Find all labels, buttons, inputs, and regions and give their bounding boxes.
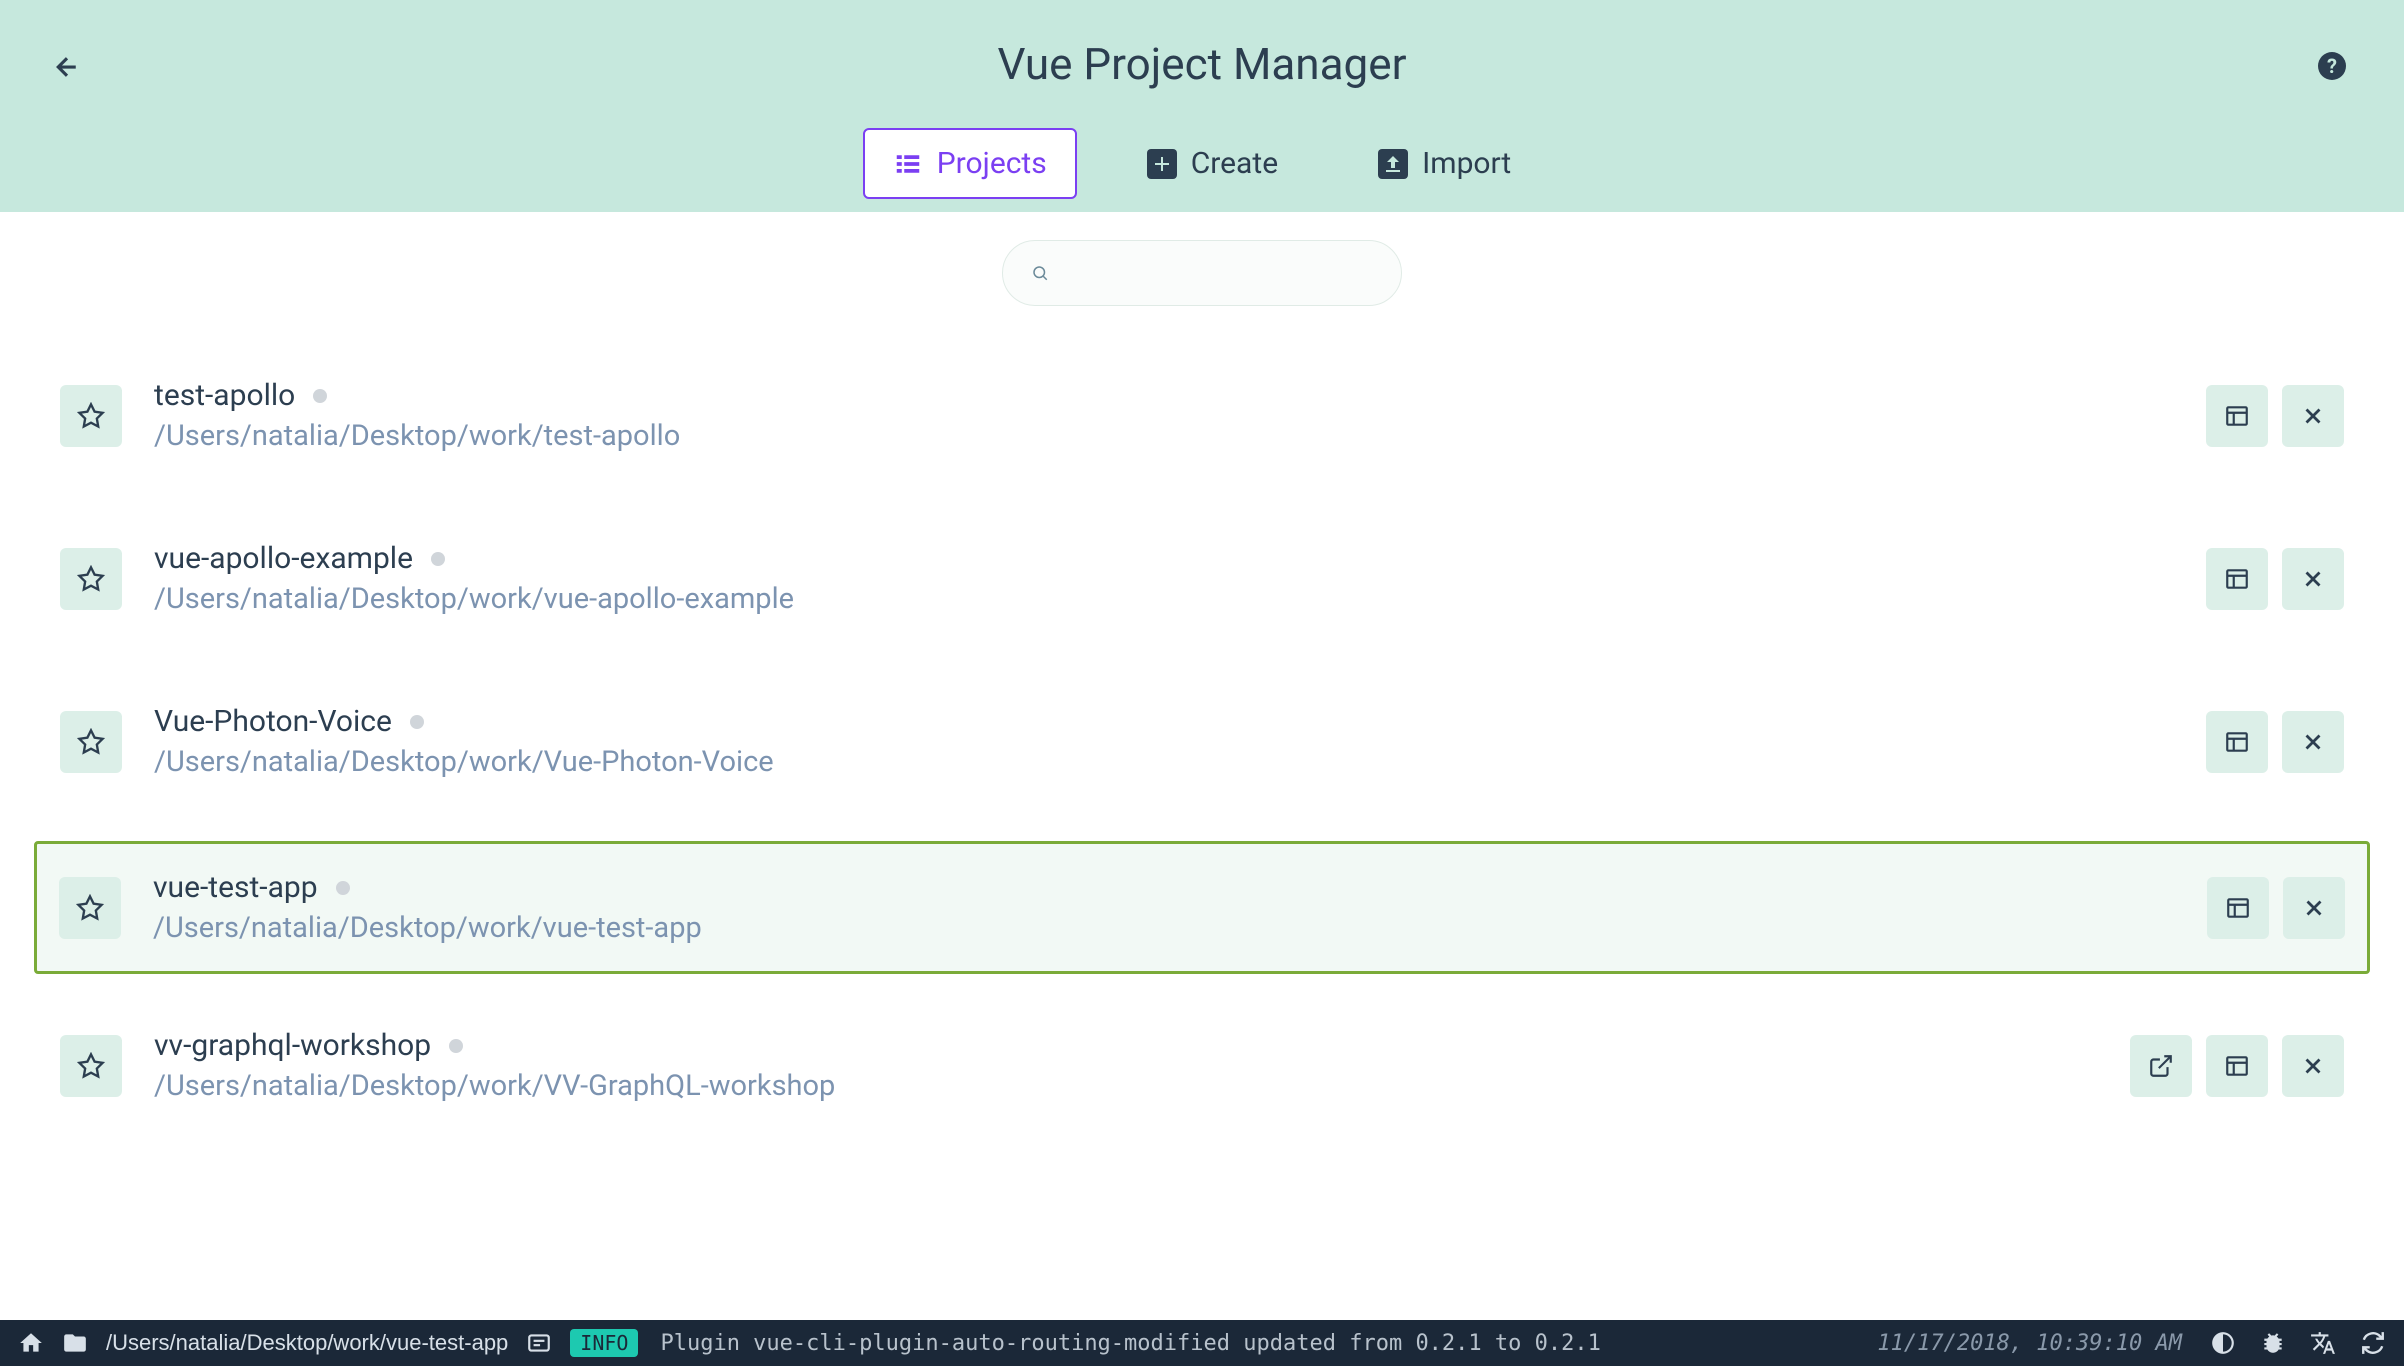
project-name: vv-graphql-workshop — [154, 1028, 431, 1063]
project-name: Vue-Photon-Voice — [154, 704, 392, 739]
favorite-button[interactable] — [60, 385, 122, 447]
project-actions — [2130, 1035, 2344, 1097]
contrast-icon[interactable] — [2210, 1330, 2236, 1356]
tab-projects[interactable]: Projects — [863, 128, 1077, 199]
status-dot-icon — [313, 389, 327, 403]
open-external-button[interactable] — [2130, 1035, 2192, 1097]
remove-button[interactable] — [2283, 877, 2345, 939]
project-list: test-apollo/Users/natalia/Desktop/work/t… — [0, 306, 2404, 1129]
statusbar-right — [2210, 1330, 2386, 1356]
project-row[interactable]: vue-apollo-example/Users/natalia/Desktop… — [38, 515, 2366, 642]
back-button[interactable] — [52, 52, 82, 86]
project-path: /Users/natalia/Desktop/work/test-apollo — [154, 419, 2206, 453]
bug-icon[interactable] — [2260, 1330, 2286, 1356]
project-name: vue-apollo-example — [154, 541, 413, 576]
page-title: Vue Project Manager — [0, 0, 2404, 90]
refresh-icon[interactable] — [2360, 1330, 2386, 1356]
list-icon — [893, 149, 923, 179]
project-row[interactable]: vue-test-app/Users/natalia/Desktop/work/… — [34, 841, 2370, 974]
project-actions — [2206, 711, 2344, 773]
search-container — [0, 212, 2404, 306]
status-dot-icon — [431, 552, 445, 566]
header: ? Vue Project Manager Projects Create Im… — [0, 0, 2404, 212]
remove-button[interactable] — [2282, 385, 2344, 447]
search-box[interactable] — [1002, 240, 1402, 306]
search-input[interactable] — [1063, 259, 1373, 287]
open-editor-button[interactable] — [2206, 1035, 2268, 1097]
project-name-row: test-apollo — [154, 378, 2206, 413]
statusbar-timestamp: 11/17/2018, 10:39:10 AM — [1877, 1331, 2182, 1356]
project-path: /Users/natalia/Desktop/work/vue-test-app — [153, 911, 2207, 945]
upload-icon — [1378, 149, 1408, 179]
project-info: Vue-Photon-Voice/Users/natalia/Desktop/w… — [154, 704, 2206, 779]
tabs: Projects Create Import — [0, 128, 2404, 199]
project-info: vue-test-app/Users/natalia/Desktop/work/… — [153, 870, 2207, 945]
search-icon — [1031, 261, 1049, 285]
project-info: vv-graphql-workshop/Users/natalia/Deskto… — [154, 1028, 2130, 1103]
statusbar-path[interactable]: /Users/natalia/Desktop/work/vue-test-app — [106, 1330, 508, 1356]
remove-button[interactable] — [2282, 711, 2344, 773]
status-dot-icon — [336, 881, 350, 895]
project-actions — [2207, 877, 2345, 939]
help-button[interactable]: ? — [2318, 52, 2346, 80]
favorite-button[interactable] — [60, 548, 122, 610]
home-icon[interactable] — [18, 1330, 44, 1356]
project-name-row: vv-graphql-workshop — [154, 1028, 2130, 1063]
open-editor-button[interactable] — [2207, 877, 2269, 939]
favorite-button[interactable] — [60, 1035, 122, 1097]
project-info: test-apollo/Users/natalia/Desktop/work/t… — [154, 378, 2206, 453]
log-icon[interactable] — [526, 1330, 552, 1356]
tab-import[interactable]: Import — [1348, 128, 1541, 199]
tab-label: Import — [1422, 146, 1511, 181]
project-name: test-apollo — [154, 378, 295, 413]
project-row[interactable]: test-apollo/Users/natalia/Desktop/work/t… — [38, 352, 2366, 479]
project-path: /Users/natalia/Desktop/work/vue-apollo-e… — [154, 582, 2206, 616]
statusbar-message: Plugin vue-cli-plugin-auto-routing-modif… — [660, 1331, 1859, 1356]
project-path: /Users/natalia/Desktop/work/VV-GraphQL-w… — [154, 1069, 2130, 1103]
tab-create[interactable]: Create — [1117, 128, 1308, 199]
project-name-row: Vue-Photon-Voice — [154, 704, 2206, 739]
remove-button[interactable] — [2282, 1035, 2344, 1097]
log-level-badge: INFO — [570, 1329, 638, 1357]
remove-button[interactable] — [2282, 548, 2344, 610]
favorite-button[interactable] — [60, 711, 122, 773]
open-editor-button[interactable] — [2206, 548, 2268, 610]
translate-icon[interactable] — [2310, 1330, 2336, 1356]
project-path: /Users/natalia/Desktop/work/Vue-Photon-V… — [154, 745, 2206, 779]
project-name-row: vue-apollo-example — [154, 541, 2206, 576]
project-name: vue-test-app — [153, 870, 318, 905]
folder-icon[interactable] — [62, 1330, 88, 1356]
project-actions — [2206, 548, 2344, 610]
project-info: vue-apollo-example/Users/natalia/Desktop… — [154, 541, 2206, 616]
open-editor-button[interactable] — [2206, 711, 2268, 773]
project-name-row: vue-test-app — [153, 870, 2207, 905]
tab-label: Projects — [937, 146, 1047, 181]
status-dot-icon — [410, 715, 424, 729]
status-dot-icon — [449, 1039, 463, 1053]
status-bar: /Users/natalia/Desktop/work/vue-test-app… — [0, 1320, 2404, 1366]
project-actions — [2206, 385, 2344, 447]
open-editor-button[interactable] — [2206, 385, 2268, 447]
tab-label: Create — [1191, 146, 1278, 181]
favorite-button[interactable] — [59, 877, 121, 939]
project-row[interactable]: vv-graphql-workshop/Users/natalia/Deskto… — [38, 1002, 2366, 1129]
plus-icon — [1147, 149, 1177, 179]
project-row[interactable]: Vue-Photon-Voice/Users/natalia/Desktop/w… — [38, 678, 2366, 805]
